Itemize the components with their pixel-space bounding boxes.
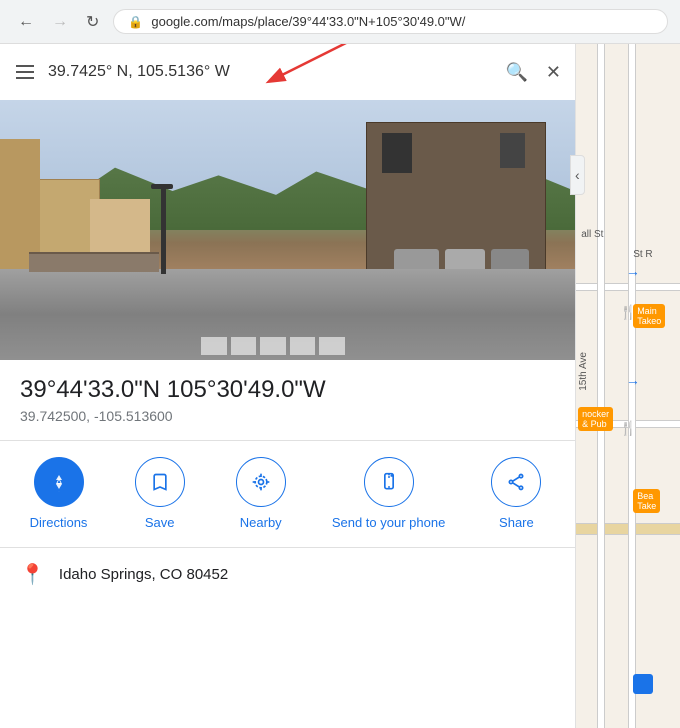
sv-lamppost <box>161 184 166 274</box>
send-to-phone-button[interactable]: Send to your phone <box>332 457 445 531</box>
search-icons: 🔍 ✕ <box>503 60 563 85</box>
map-direction-arrow: → <box>626 263 640 279</box>
map-poi-main-takeout: MainTakeo <box>633 304 665 328</box>
content-area: 39.7425° N, 105.5136° W 🔍 ✕ ‹ <box>0 44 680 728</box>
browser-chrome: ← → ↻ 🔒 google.com/maps/place/39°44'33.0… <box>0 0 680 44</box>
sv-buildings-left <box>0 139 288 269</box>
save-label: Save <box>145 515 175 531</box>
search-button[interactable]: 🔍 <box>503 60 529 85</box>
nearby-icon <box>236 457 286 507</box>
location-address: Idaho Springs, CO 80452 <box>59 566 228 583</box>
clear-button[interactable]: ✕ <box>544 60 563 85</box>
coordinates-dms: 39°44'33.0"N 105°30'49.0"W <box>20 376 555 404</box>
right-panel-map[interactable]: → → all St St R 15th Ave MainTakeo nocke… <box>576 44 680 728</box>
share-button[interactable]: Share <box>486 457 546 531</box>
nav-buttons: ← → ↻ <box>12 10 105 34</box>
share-icon <box>491 457 541 507</box>
search-box: 39.7425° N, 105.5136° W 🔍 ✕ <box>0 44 575 100</box>
share-label: Share <box>499 515 534 531</box>
info-section: 39°44'33.0"N 105°30'49.0"W 39.742500, -1… <box>0 360 575 441</box>
directions-button[interactable]: Directions <box>29 457 89 531</box>
sv-wall <box>29 252 159 272</box>
map-label-15th-ave: 15th Ave <box>578 352 589 391</box>
nearby-label: Nearby <box>240 515 282 531</box>
action-buttons-row: Directions Save <box>0 441 575 548</box>
nearby-button[interactable]: Nearby <box>231 457 291 531</box>
map-poi-bea-takeout: BeaTake <box>633 489 660 513</box>
map-road-vertical-1 <box>597 44 605 728</box>
left-panel: 39.7425° N, 105.5136° W 🔍 ✕ ‹ <box>0 44 576 728</box>
directions-icon <box>34 457 84 507</box>
directions-label: Directions <box>30 515 88 531</box>
hamburger-menu[interactable] <box>12 61 38 83</box>
location-row: 📍 Idaho Springs, CO 80452 <box>0 548 575 601</box>
map-label-st-r: St R <box>633 249 652 260</box>
send-to-phone-label: Send to your phone <box>332 515 445 531</box>
sv-road <box>0 269 575 360</box>
sv-crosswalk <box>201 337 345 355</box>
send-to-phone-icon <box>364 457 414 507</box>
map-background: → → all St St R 15th Ave MainTakeo nocke… <box>576 44 680 728</box>
back-button[interactable]: ← <box>12 11 40 33</box>
address-bar[interactable]: 🔒 google.com/maps/place/39°44'33.0"N+105… <box>113 9 668 34</box>
coordinates-decimal: 39.742500, -105.513600 <box>20 408 555 424</box>
save-icon <box>135 457 185 507</box>
url-text: google.com/maps/place/39°44'33.0"N+105°3… <box>151 14 465 29</box>
street-view-image[interactable] <box>0 100 575 360</box>
map-label-all-st: all St <box>581 229 603 240</box>
location-pin-icon: 📍 <box>20 562 45 587</box>
search-wrapper: 39.7425° N, 105.5136° W 🔍 ✕ <box>0 44 575 100</box>
map-blue-marker <box>633 674 653 694</box>
save-button[interactable]: Save <box>130 457 190 531</box>
map-orange-icon: 🍴 <box>620 420 637 437</box>
lock-icon: 🔒 <box>128 15 143 29</box>
map-poi-knocker-pub: nocker& Pub <box>578 407 613 431</box>
reload-button[interactable]: ↻ <box>80 10 105 34</box>
collapse-button[interactable]: ‹ <box>570 155 576 195</box>
map-green-icon: 🍴 <box>620 304 637 321</box>
search-query: 39.7425° N, 105.5136° W <box>48 63 493 81</box>
map-direction-arrow-2: → <box>626 372 640 388</box>
forward-button[interactable]: → <box>46 11 74 33</box>
